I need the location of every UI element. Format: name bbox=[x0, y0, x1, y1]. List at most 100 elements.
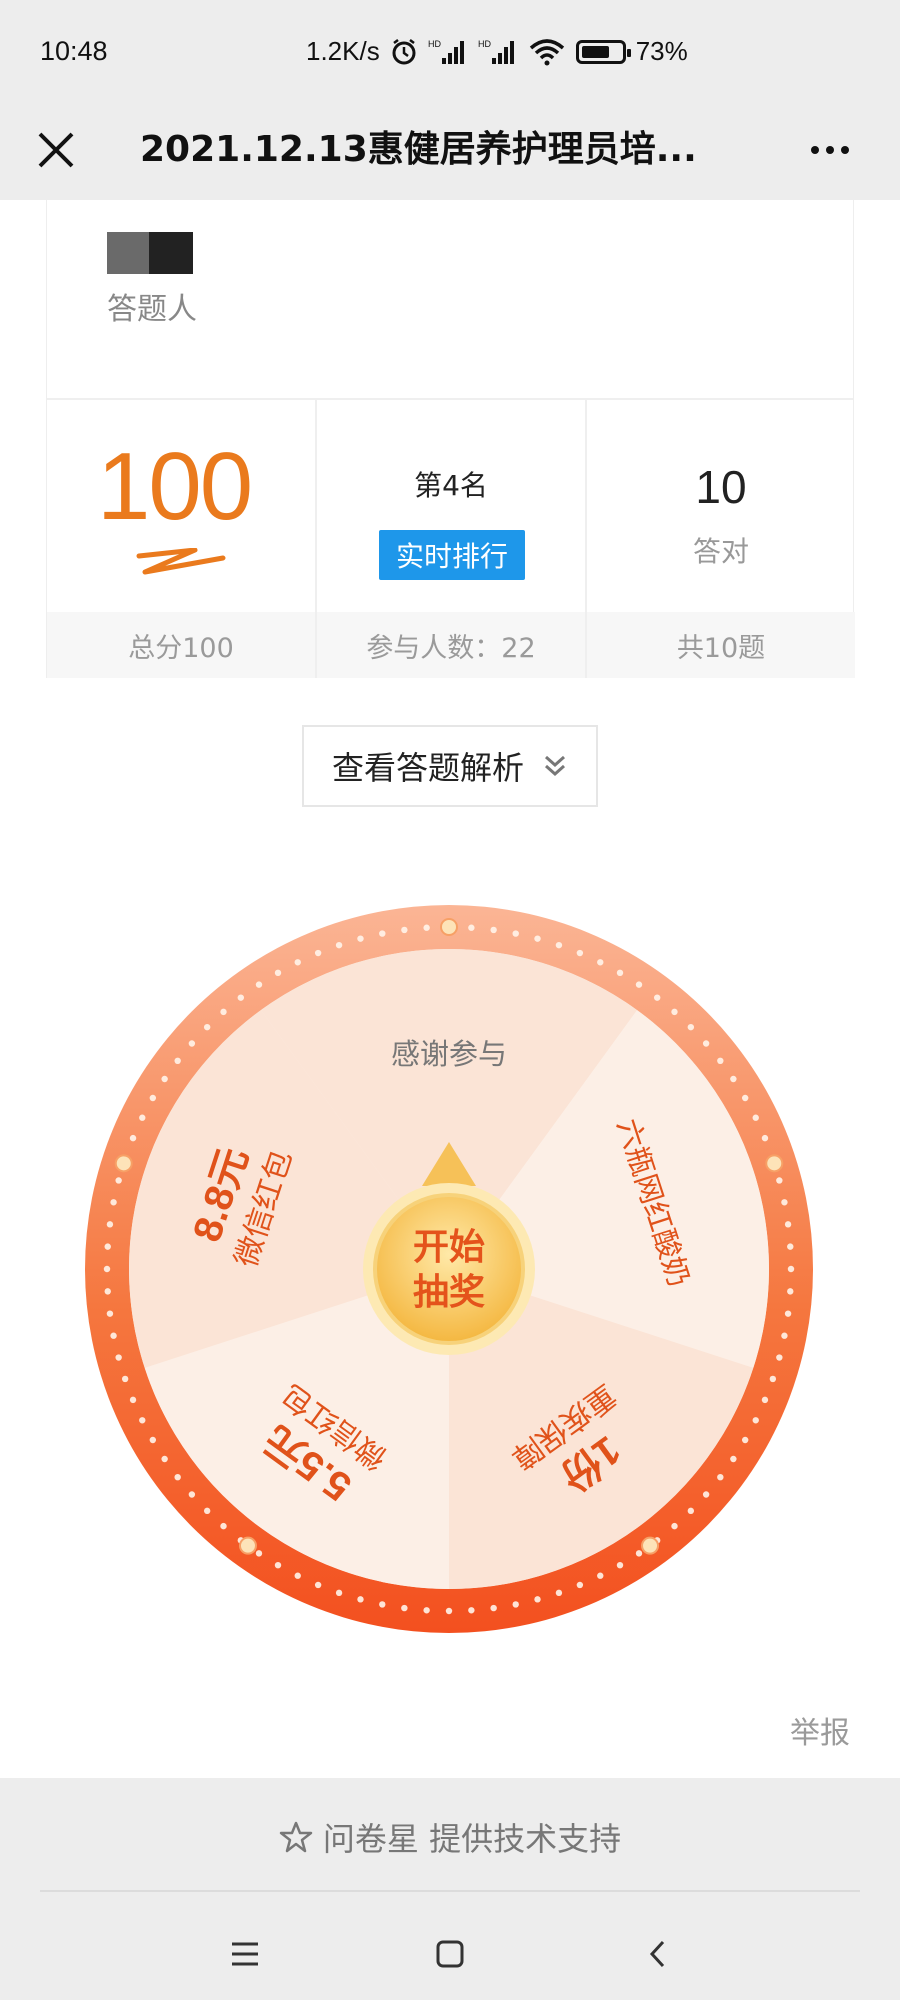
recents-button[interactable] bbox=[215, 1924, 275, 1984]
rim-dot bbox=[115, 1354, 122, 1361]
correct-count: 10 bbox=[695, 461, 747, 513]
powered-by: 问卷星 提供技术支持 bbox=[0, 1814, 900, 1860]
close-button[interactable] bbox=[26, 120, 86, 180]
rim-bulb bbox=[440, 918, 458, 936]
footer: 问卷星 提供技术支持 bbox=[0, 1778, 900, 2000]
rim-dot bbox=[784, 1310, 792, 1317]
rim-dot bbox=[129, 1134, 137, 1142]
report-link[interactable]: 举报 bbox=[790, 1708, 850, 1752]
svg-text:HD: HD bbox=[428, 39, 441, 49]
rim-dot bbox=[106, 1221, 114, 1228]
status-bar: 10:48 1.2K/s HD HD 73% bbox=[0, 0, 900, 108]
rim-dot bbox=[357, 935, 364, 942]
rim-dot bbox=[174, 1057, 181, 1065]
rim-bulb bbox=[238, 1536, 257, 1555]
rim-dot bbox=[635, 1550, 643, 1557]
rim-dot bbox=[597, 1572, 604, 1579]
rim-dot bbox=[203, 1023, 211, 1031]
rim-dot bbox=[255, 981, 263, 988]
home-square-icon bbox=[436, 1940, 464, 1968]
start-label-line2: 抽奖 bbox=[413, 1272, 485, 1313]
rim-dot bbox=[787, 1288, 794, 1295]
rim-dot bbox=[294, 959, 301, 966]
back-icon bbox=[649, 1940, 665, 1968]
rim-dot bbox=[741, 1094, 749, 1102]
rim-dot bbox=[335, 1589, 343, 1597]
alarm-icon bbox=[390, 38, 418, 66]
status-time: 10:48 bbox=[40, 36, 108, 66]
view-analysis-button[interactable]: 查看答题解析 bbox=[302, 725, 598, 807]
rim-dot bbox=[203, 1507, 211, 1515]
rim-dot bbox=[702, 1040, 710, 1047]
back-button[interactable] bbox=[628, 1924, 688, 1984]
rim-dot bbox=[769, 1375, 777, 1383]
rim-dot bbox=[139, 1417, 146, 1424]
rim-dot bbox=[653, 994, 661, 1001]
rim-dot bbox=[335, 941, 343, 949]
rim-dot bbox=[274, 969, 282, 977]
correct-column: 10 答对 共10题 bbox=[587, 400, 855, 678]
wifi-icon bbox=[528, 38, 566, 66]
score-underline-mark bbox=[136, 548, 226, 575]
lottery-wheel: 感谢参与 六瓶网红酸奶 1份 重疾保障 5.5元 微信红包 8.8元 微信红包 开始 抽奖 bbox=[84, 904, 814, 1634]
close-icon bbox=[38, 132, 74, 168]
rim-dot bbox=[784, 1221, 792, 1228]
rim-dot bbox=[237, 994, 245, 1001]
rim-dot bbox=[717, 1473, 724, 1481]
footer-divider bbox=[40, 1890, 860, 1892]
rim-dot bbox=[161, 1075, 168, 1083]
rim-dot bbox=[115, 1177, 122, 1184]
rim-dot bbox=[423, 1607, 430, 1614]
start-label-line1: 开始 bbox=[413, 1227, 485, 1268]
rim-dot bbox=[687, 1507, 695, 1515]
rim-dot bbox=[752, 1417, 759, 1424]
powered-by-text: 问卷星 提供技术支持 bbox=[322, 1820, 622, 1858]
rim-dot bbox=[555, 1589, 563, 1597]
rim-dot bbox=[616, 969, 624, 977]
correct-label: 答对 bbox=[692, 535, 749, 568]
rim-dot bbox=[490, 1604, 497, 1612]
privacy-mask bbox=[149, 232, 193, 274]
rim-dot bbox=[149, 1436, 157, 1444]
rim-dot bbox=[129, 1396, 137, 1404]
svg-text:HD: HD bbox=[478, 39, 491, 49]
home-button[interactable] bbox=[420, 1924, 480, 1984]
wheel-svg: 感谢参与六瓶网红酸奶1份重疾保障5.5元微信红包8.8元微信红包 开始 抽奖 bbox=[85, 905, 813, 1633]
respondent-name-masked bbox=[107, 230, 207, 274]
rim-dot bbox=[294, 1572, 301, 1579]
rim-bulb bbox=[765, 1154, 784, 1173]
battery-percent: 73% bbox=[635, 36, 688, 66]
rim-dot bbox=[379, 1601, 386, 1608]
rim-dot bbox=[104, 1243, 111, 1250]
rim-dot bbox=[781, 1332, 788, 1339]
battery-fill bbox=[581, 45, 610, 58]
button-face bbox=[373, 1193, 525, 1345]
prize-label: 感谢参与 bbox=[391, 1037, 507, 1071]
rim-dot bbox=[255, 1550, 263, 1557]
rim-dot bbox=[671, 1008, 678, 1016]
rim-dot bbox=[730, 1075, 737, 1083]
rim-dot bbox=[468, 924, 475, 931]
rim-dot bbox=[671, 1522, 678, 1530]
status-indicators: 1.2K/s HD HD 73% bbox=[306, 36, 688, 67]
signal-hd-icon-2: HD bbox=[478, 38, 518, 66]
rim-dot bbox=[468, 1607, 475, 1614]
prize-name: 感谢参与 bbox=[391, 1037, 507, 1071]
rim-dot bbox=[512, 930, 519, 937]
rim-dot bbox=[103, 1265, 111, 1273]
more-icon bbox=[811, 146, 819, 154]
star-outline-icon bbox=[279, 1821, 313, 1853]
rim-dot bbox=[752, 1114, 759, 1121]
rim-dot bbox=[401, 926, 408, 934]
battery-icon bbox=[575, 39, 631, 64]
rank-value: 第4名 bbox=[414, 469, 488, 502]
rim-dot bbox=[161, 1455, 168, 1463]
realtime-rank-button[interactable]: 实时排行 bbox=[379, 530, 525, 580]
rim-dot bbox=[776, 1354, 783, 1361]
rim-bulb bbox=[641, 1536, 660, 1555]
more-button[interactable] bbox=[800, 120, 860, 180]
page-title: 2021.12.13惠健居养护理员培... bbox=[140, 129, 697, 170]
rim-dot bbox=[597, 959, 604, 966]
rim-dot bbox=[423, 924, 430, 931]
menu-icon bbox=[232, 1942, 258, 1966]
